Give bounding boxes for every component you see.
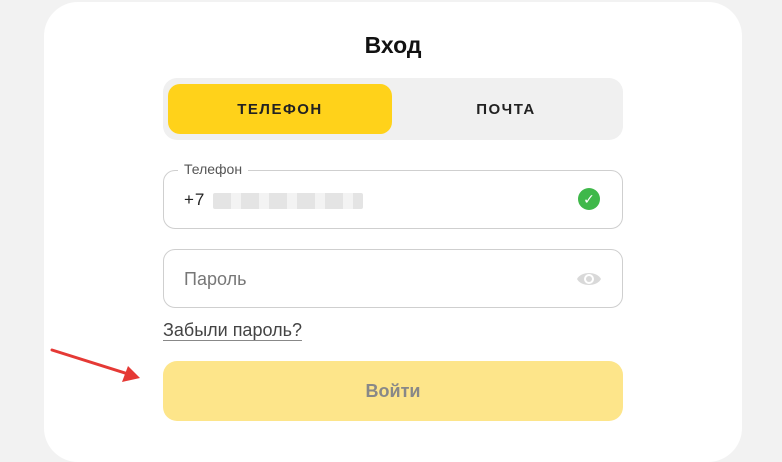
phone-value: +7 [184, 190, 364, 210]
check-circle-icon: ✓ [578, 188, 600, 210]
phone-field-label: Телефон [178, 161, 249, 177]
login-card: Вход ТЕЛЕФОН ПОЧТА Телефон +7 ✓ Забыли п… [44, 2, 742, 462]
password-field [163, 249, 623, 309]
phone-field[interactable]: Телефон +7 ✓ [163, 161, 623, 229]
tab-email[interactable]: ПОЧТА [394, 84, 618, 134]
redacted-phone-digits [213, 192, 364, 209]
forgot-password-link[interactable]: Забыли пароль? [163, 320, 302, 341]
eye-icon[interactable] [576, 268, 602, 290]
login-method-tabs: ТЕЛЕФОН ПОЧТА [163, 78, 623, 140]
password-input[interactable] [182, 250, 546, 309]
login-button[interactable]: Войти [163, 361, 623, 421]
annotation-arrow-icon [50, 348, 140, 382]
page-title: Вход [364, 32, 422, 58]
tab-phone[interactable]: ТЕЛЕФОН [168, 84, 392, 134]
